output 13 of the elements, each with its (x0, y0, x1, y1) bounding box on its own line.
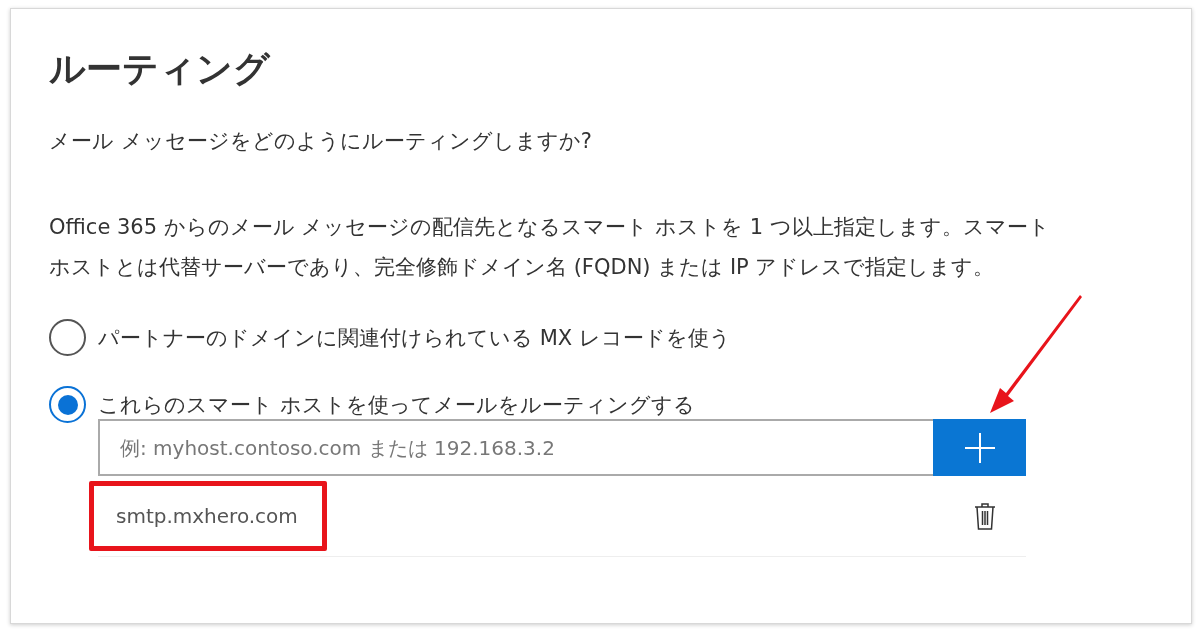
page-title: ルーティング (49, 47, 272, 91)
plus-icon (964, 432, 995, 463)
host-input-field[interactable]: 例: myhost.contoso.com または 192.168.3.2 (98, 419, 933, 476)
delete-button[interactable] (974, 502, 996, 530)
radio-option[interactable]: パートナーのドメインに関連付けられている MX レコードを使う (49, 319, 731, 356)
description-text: Office 365 からのメール メッセージの配信先となるスマート ホストを 1 つ以上指定します。スマート (49, 214, 1050, 241)
radio-button[interactable] (49, 386, 86, 423)
trash-icon (974, 502, 996, 530)
add-button[interactable] (933, 419, 1026, 476)
host-entry: smtp.mxhero.com (89, 481, 327, 551)
question-text: メール メッセージをどのようにルーティングしますか? (49, 128, 593, 155)
description-text: ホストとは代替サーバーであり、完全修飾ドメイン名 (FQDN) または IP アドレスで指定します。 (49, 254, 995, 281)
radio-button[interactable] (49, 319, 86, 356)
